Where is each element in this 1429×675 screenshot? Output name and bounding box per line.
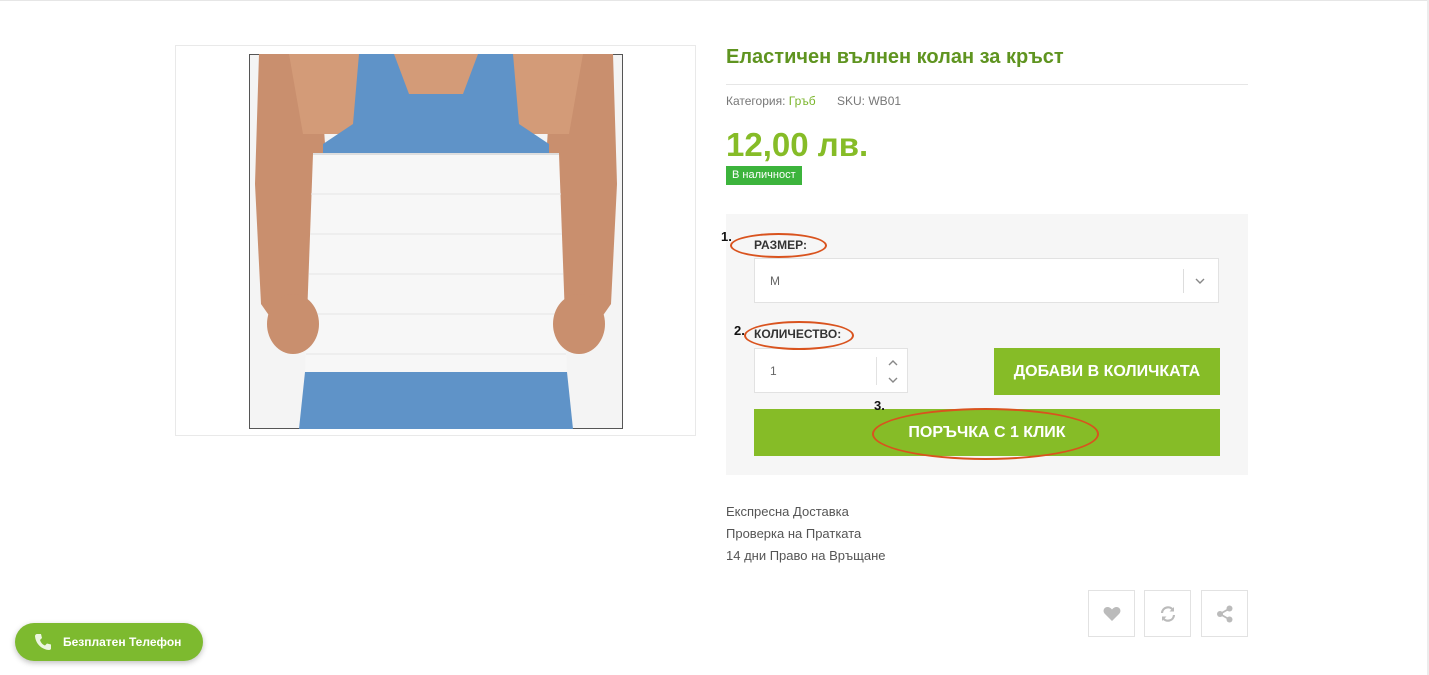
compare-button[interactable] [1144,590,1191,637]
free-phone-button[interactable]: Безплатен Телефон [15,623,203,661]
chevron-down-icon[interactable] [887,375,899,385]
share-icon [1216,605,1232,622]
category-label: Категория: [726,94,786,108]
quantity-stepper[interactable]: 1 [754,348,908,393]
add-to-cart-button[interactable]: ДОБАВИ В КОЛИЧКАТА [994,348,1220,395]
product-image[interactable] [175,45,696,436]
share-button[interactable] [1201,590,1248,637]
chevron-up-icon[interactable] [887,358,899,368]
chevron-down-icon [1195,278,1205,284]
phone-icon [35,634,51,650]
title-divider [726,84,1248,85]
select-divider [1183,269,1184,293]
product-meta: Категория: Гръб SKU: WB01 [726,94,901,108]
stepper-divider [876,357,877,385]
free-phone-label: Безплатен Телефон [63,635,182,649]
annotation-ellipse-quantity [744,321,854,350]
waist-belt-photo [249,54,623,429]
annotation-number-3: 3. [874,398,885,413]
compare-icon [1160,605,1175,622]
annotation-ellipse-size [730,233,827,258]
size-select-value: M [770,274,780,288]
benefits-list: Експресна Доставка Проверка на Пратката … [726,501,886,567]
category-link[interactable]: Гръб [789,94,816,108]
product-title: Еластичен вълнен колан за кръст [726,46,1064,68]
benefit-delivery: Експресна Доставка [726,504,849,519]
benefit-return: 14 дни Право на Връщане [726,548,886,563]
top-divider [0,0,1429,1]
quantity-value: 1 [770,364,777,378]
heart-icon [1103,606,1120,621]
sku-label: SKU: [837,94,866,108]
size-select[interactable]: M [754,258,1219,303]
sku-value: WB01 [868,94,902,108]
product-price: 12,00 лв. [726,126,869,163]
stock-badge: В наличност [726,166,802,185]
wishlist-button[interactable] [1088,590,1135,637]
annotation-ellipse-one-click [872,408,1099,460]
benefit-inspection: Проверка на Пратката [726,526,862,541]
